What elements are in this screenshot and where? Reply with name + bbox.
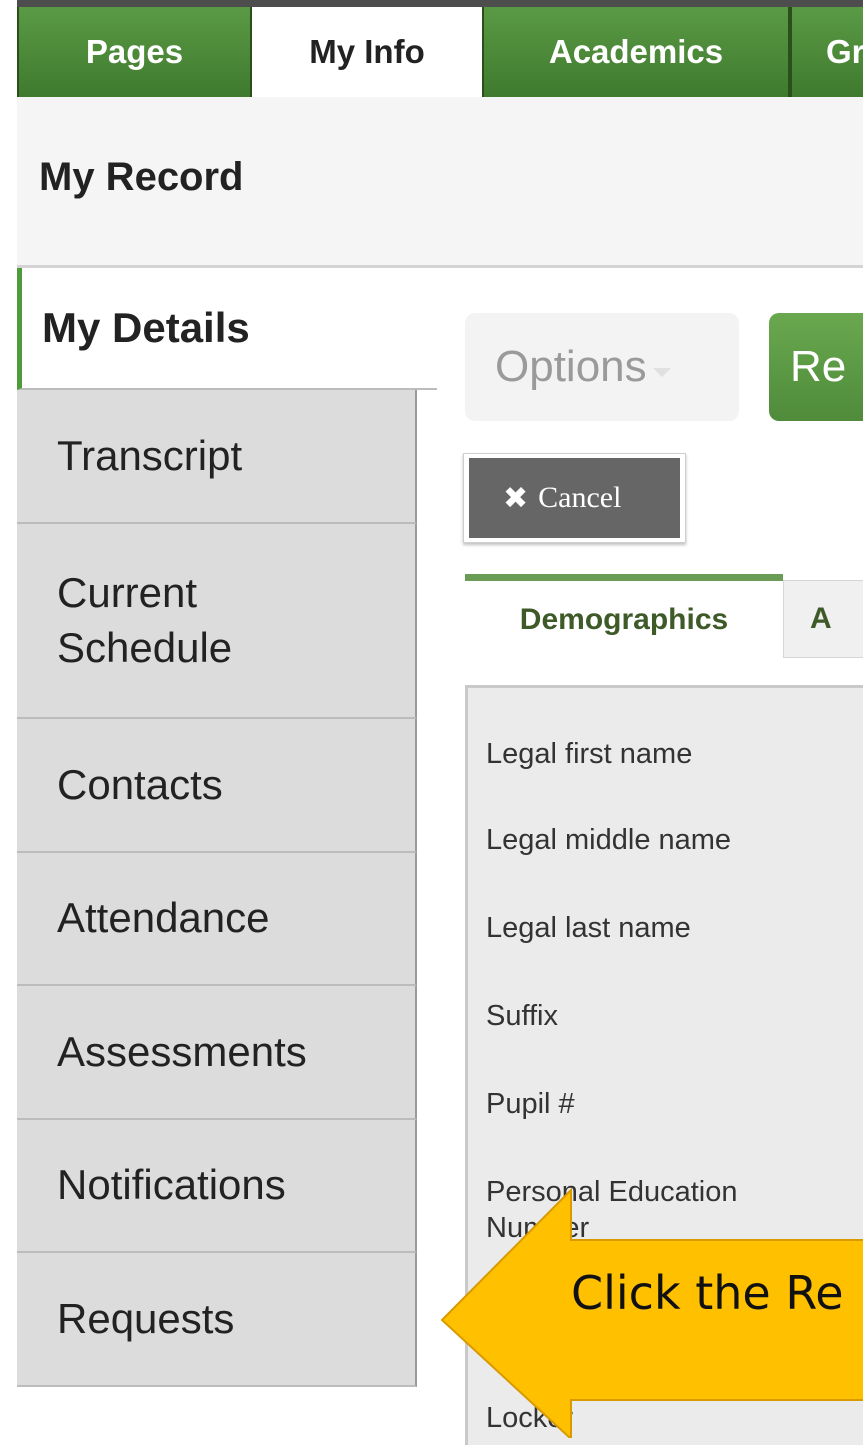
cancel-label: Cancel	[538, 481, 622, 514]
sidebar-item-transcript[interactable]: Transcript	[17, 390, 417, 524]
field-label-suffix: Suffix	[486, 1000, 559, 1032]
top-nav: Pages My Info Academics Gr	[17, 7, 863, 97]
field-label-legal-middle-name: Legal middle name	[486, 824, 732, 856]
tab-pages[interactable]: Pages	[17, 7, 252, 97]
sidebar-item-label: Current Schedule	[57, 568, 233, 671]
sidebar-item-contacts[interactable]: Contacts	[17, 719, 417, 853]
tab-academics[interactable]: Academics	[482, 7, 790, 97]
field-label-legal-first-name: Legal first name	[486, 738, 693, 770]
cancel-button-frame: ✖ Cancel	[463, 453, 686, 543]
sidebar-item-current-schedule[interactable]: Current Schedule	[17, 524, 417, 719]
record-tabs: Demographics A	[465, 574, 863, 658]
cancel-button[interactable]: ✖ Cancel	[469, 458, 680, 538]
instruction-callout: Click the Re	[440, 1173, 863, 1438]
tab-addresses[interactable]: A	[783, 580, 863, 658]
top-dark-bar	[17, 0, 863, 7]
sidebar-item-assessments[interactable]: Assessments	[17, 986, 417, 1120]
close-icon: ✖	[503, 480, 529, 516]
options-button[interactable]: Options	[465, 313, 739, 421]
field-label-legal-last-name: Legal last name	[486, 912, 691, 944]
page-title: My Record	[39, 155, 244, 199]
page-header: My Record	[17, 97, 863, 268]
callout-text: Click the Re	[571, 1266, 844, 1320]
re-button[interactable]: Re	[769, 313, 863, 421]
tab-gradebook[interactable]: Gr	[790, 7, 863, 97]
sidebar-item-notifications[interactable]: Notifications	[17, 1120, 417, 1253]
sidebar: My Details Transcript Current Schedule C…	[17, 268, 437, 1438]
chevron-down-icon	[652, 367, 671, 377]
options-label: Options	[495, 342, 647, 391]
page-margin	[0, 0, 17, 1438]
sidebar-item-attendance[interactable]: Attendance	[17, 853, 417, 986]
tab-my-info[interactable]: My Info	[252, 7, 482, 97]
tab-demographics[interactable]: Demographics	[465, 574, 783, 658]
sidebar-item-requests[interactable]: Requests	[17, 1253, 417, 1387]
sidebar-item-my-details[interactable]: My Details	[17, 268, 437, 390]
field-label-pupil-number: Pupil #	[486, 1088, 575, 1120]
